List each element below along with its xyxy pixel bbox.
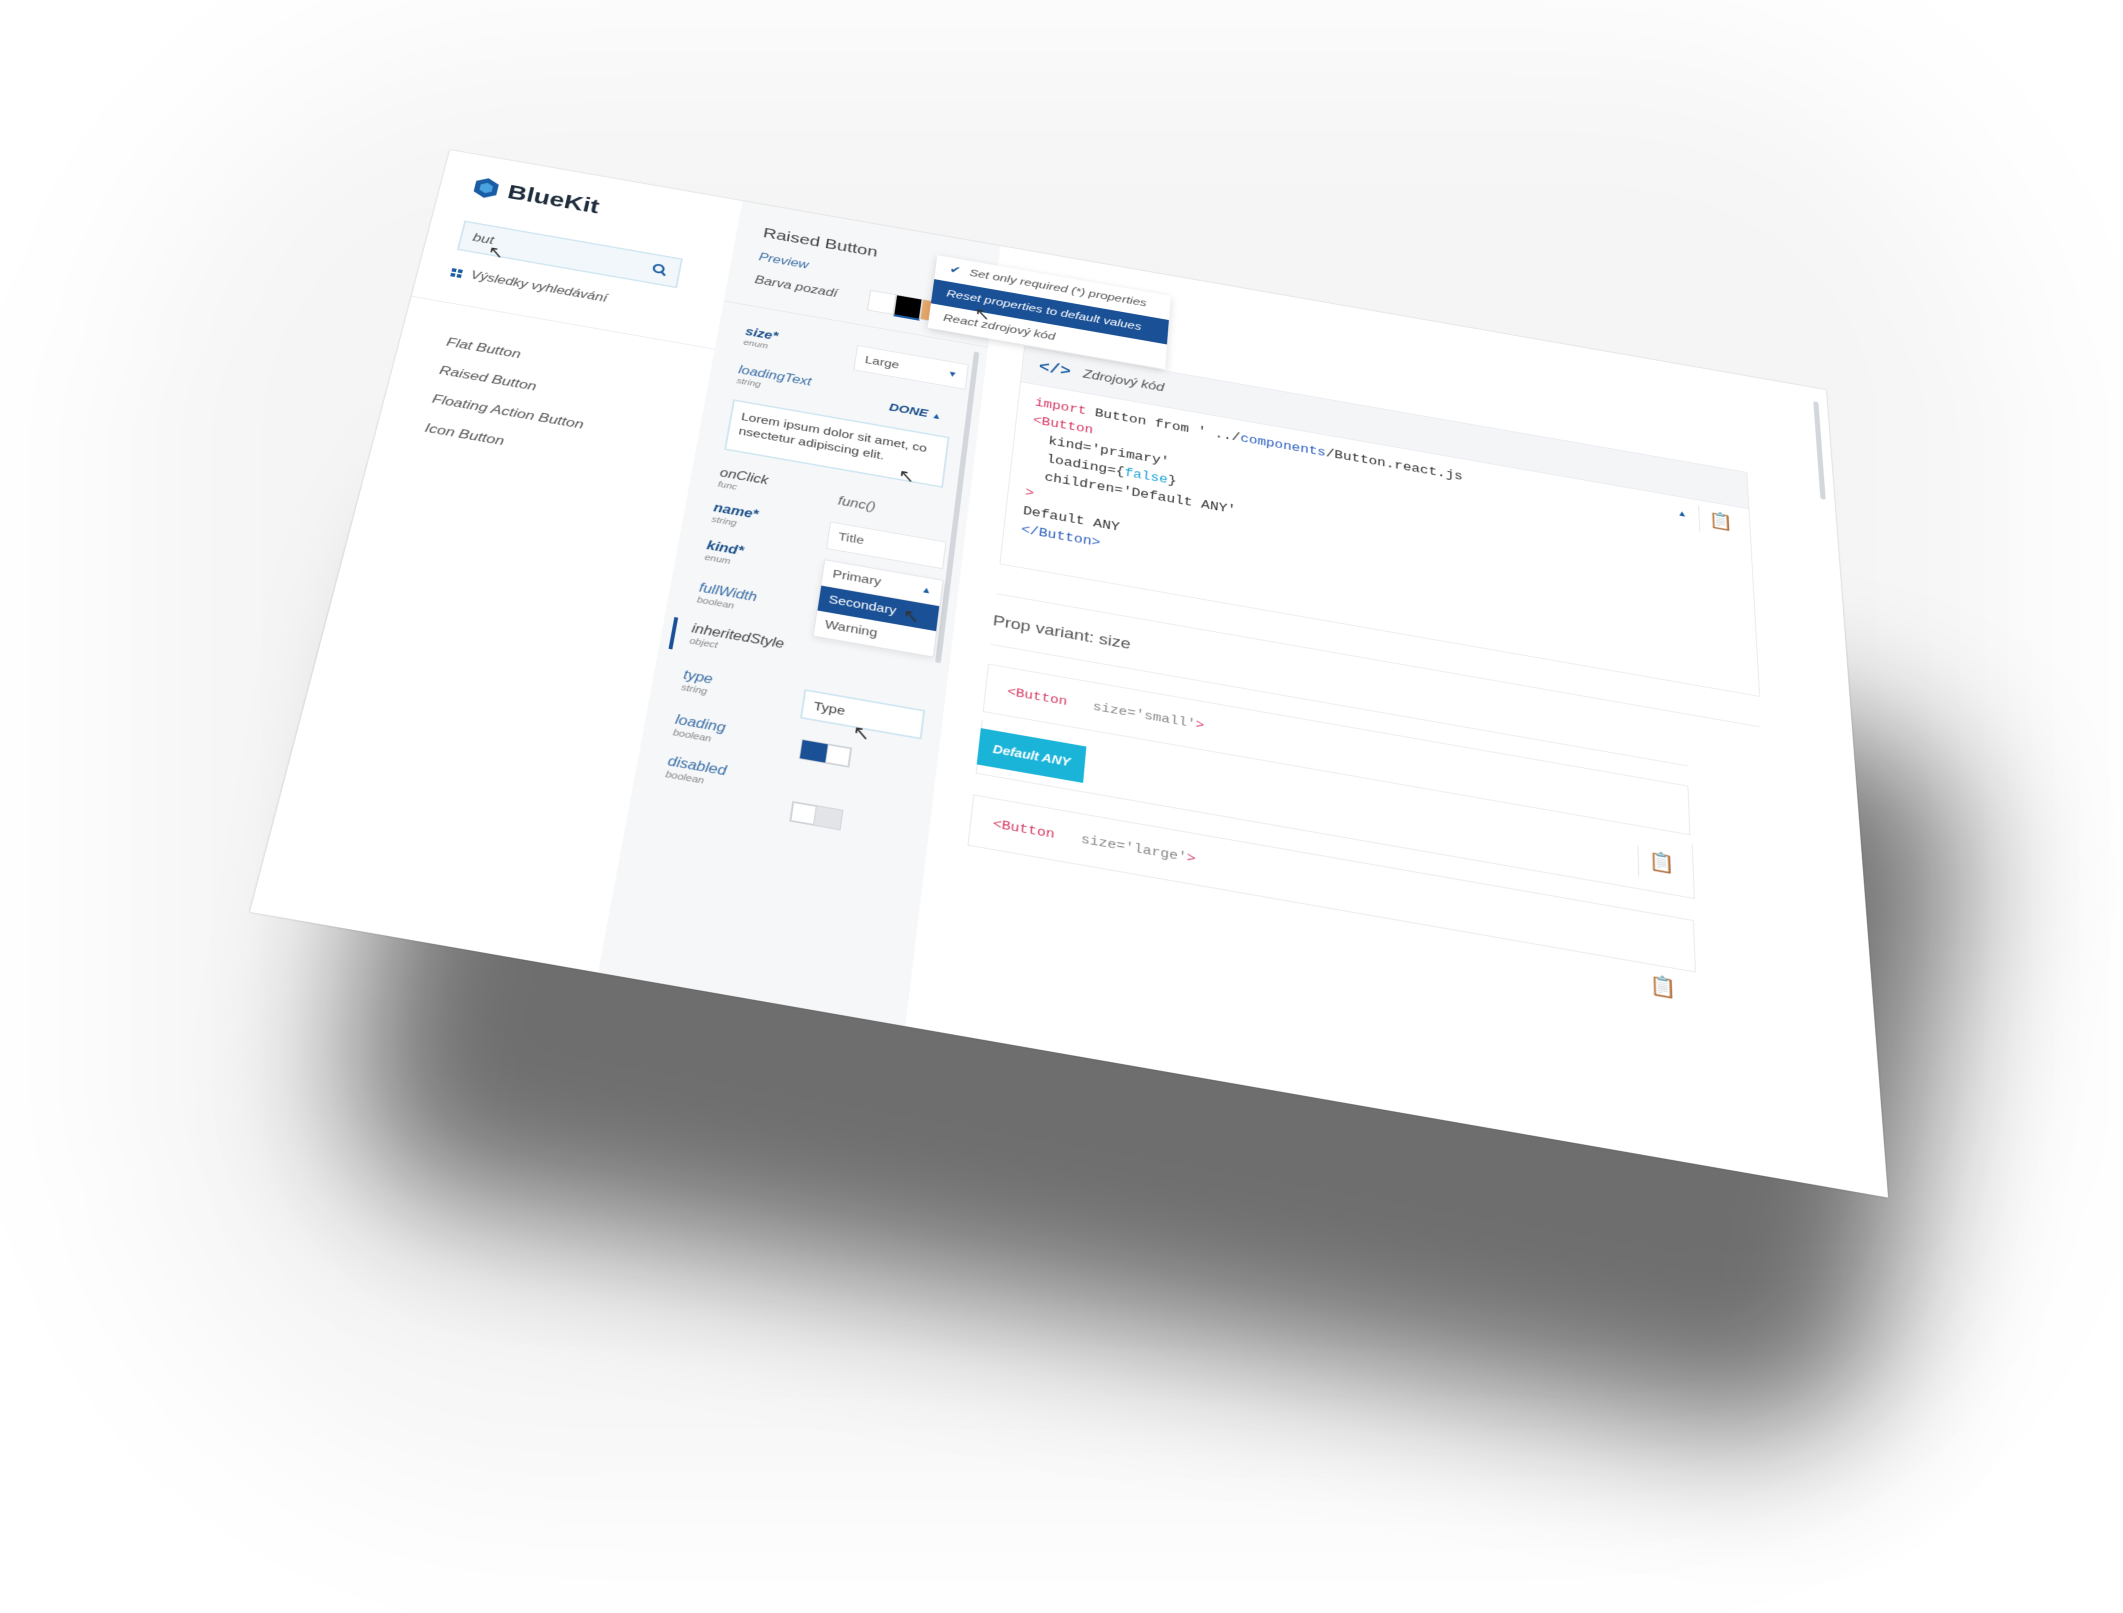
prop-fullwidth: fullWidth boolean xyxy=(696,581,758,614)
component-list: Flat Button Raised Button Floating Actio… xyxy=(421,328,598,469)
divider xyxy=(1698,505,1701,532)
code-tag: > xyxy=(1186,850,1197,867)
toggle-knob xyxy=(790,801,817,825)
code-tag: > xyxy=(1195,717,1205,734)
logo: BlueKit xyxy=(470,175,601,219)
mouse-cursor-icon: ↖ xyxy=(851,721,872,745)
prop-size: size* enum xyxy=(743,326,779,352)
onclick-value: func() xyxy=(837,494,877,514)
prop-onclick: onClick func xyxy=(717,467,769,498)
chevron-up-icon: ▲ xyxy=(920,585,933,597)
mouse-cursor-icon: ↖ xyxy=(896,465,917,487)
size-select-value: Large xyxy=(864,353,900,372)
background-color-label: Barva pozadí xyxy=(753,274,839,300)
chevron-up-icon: ▲ xyxy=(931,411,942,422)
toggle-knob xyxy=(825,744,852,767)
code-attr: kind= xyxy=(1047,434,1093,456)
prop-type-row: type string xyxy=(680,668,713,697)
done-button[interactable]: DONE ▲ xyxy=(888,401,942,422)
code-tag: > xyxy=(1024,485,1035,501)
code-path: ../ xyxy=(1214,427,1241,445)
code-attr: size='small' xyxy=(1092,699,1197,732)
check-icon: ✔ xyxy=(949,263,962,277)
chevron-down-icon: ▼ xyxy=(947,369,958,380)
swatch-white[interactable] xyxy=(867,289,897,315)
clipboard-icon[interactable]: 📋 xyxy=(1649,850,1676,877)
size-select[interactable]: Large ▼ xyxy=(853,345,969,390)
grid-icon xyxy=(450,268,463,279)
prop-loadingtext: loadingText string xyxy=(736,364,812,398)
active-prop-indicator xyxy=(668,617,679,650)
code-value: 'Default ANY' xyxy=(1122,484,1237,518)
code-path: components xyxy=(1239,431,1327,460)
preview-link[interactable]: Preview xyxy=(758,251,810,272)
mouse-cursor-icon: ↖ xyxy=(973,304,992,324)
logo-text: BlueKit xyxy=(505,180,602,219)
disabled-toggle[interactable] xyxy=(789,800,844,831)
loading-toggle[interactable] xyxy=(798,738,853,768)
divider xyxy=(1637,845,1640,877)
main-scrollbar[interactable] xyxy=(1813,401,1826,500)
bluekit-logo-icon xyxy=(472,176,500,200)
code-tag: <Button xyxy=(1006,685,1068,710)
clipboard-icon[interactable]: 📋 xyxy=(1650,973,1678,1001)
done-label: DONE xyxy=(888,401,929,420)
swatch-black[interactable] xyxy=(893,294,923,321)
code-attr: size='large' xyxy=(1080,832,1188,866)
search-icon[interactable] xyxy=(651,262,669,277)
mouse-cursor-icon: ↖ xyxy=(901,604,922,628)
code-brace: } xyxy=(1167,473,1177,489)
source-title: Zdrojový kód xyxy=(1082,368,1165,395)
code-tag: <Button xyxy=(992,816,1056,843)
prop-inheritedstyle: inheritedStyle object xyxy=(689,622,785,662)
code-icon: </> xyxy=(1038,358,1072,381)
kind-dropdown[interactable]: Primary ▲ Secondary Warning xyxy=(812,559,944,658)
mouse-cursor-icon: ↖ xyxy=(485,242,507,262)
prop-loading: loading boolean xyxy=(672,713,726,747)
chevron-up-icon[interactable]: ▲ xyxy=(1677,509,1687,519)
prop-name-row: name* string xyxy=(711,501,759,531)
prop-kind: kind* enum xyxy=(704,539,745,568)
search-results-label: Výsledky vyhledávání xyxy=(469,269,609,305)
clipboard-icon[interactable]: 📋 xyxy=(1709,510,1734,533)
toggle-fill xyxy=(799,739,828,763)
code-value: false xyxy=(1123,466,1169,487)
prop-disabled: disabled boolean xyxy=(665,754,728,789)
